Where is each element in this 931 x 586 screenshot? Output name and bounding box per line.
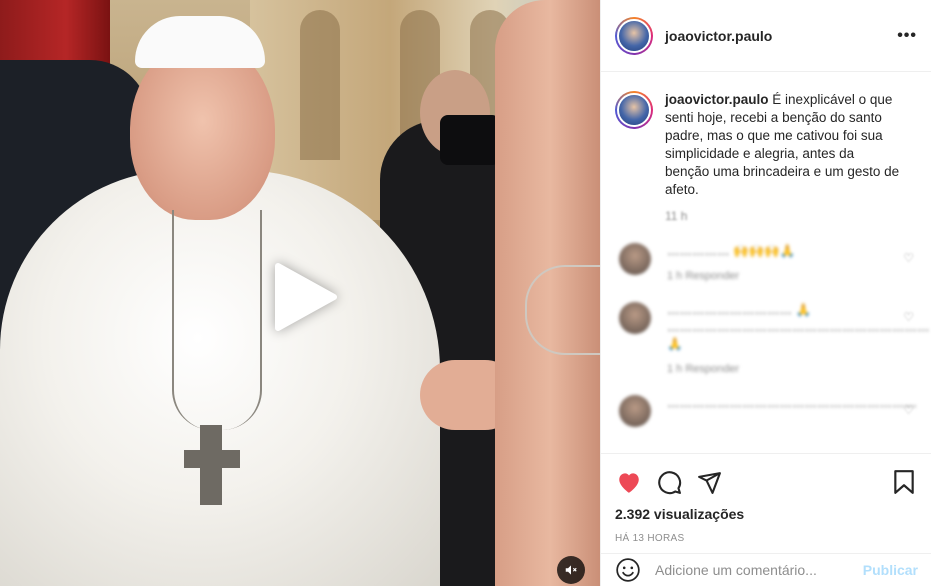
speaker-muted-icon <box>565 565 577 575</box>
post-caption: joaovictor.paulo É inexplicável o que se… <box>615 91 918 199</box>
comment-input[interactable] <box>655 562 863 578</box>
emoji-icon[interactable] <box>615 557 641 583</box>
comment-body: ………………………… 🙏 ……………………………………………………… 🙏 1 h… <box>667 302 930 375</box>
mute-button[interactable] <box>557 556 585 584</box>
publish-button[interactable]: Publicar <box>863 562 918 578</box>
caption-body: É inexplicável o que senti hoje, recebi … <box>665 92 900 197</box>
comment-text: …………………………………………………… <box>667 396 917 410</box>
comment-bubble-icon <box>657 470 681 494</box>
action-icons-row <box>615 462 918 502</box>
comment-meta[interactable]: 1 h Responder <box>667 363 897 375</box>
heart-filled-icon <box>619 473 639 493</box>
caption-avatar-image <box>617 93 651 127</box>
video-camera <box>440 115 500 165</box>
comment-text: ………………………… 🙏 ……………………………………………………… 🙏 <box>667 303 930 351</box>
caption-timestamp: 11 h <box>665 209 688 223</box>
author-avatar-image <box>617 18 651 53</box>
comment-item: …………………………………………………… ♡ <box>615 395 918 427</box>
caption-avatar[interactable] <box>615 91 653 129</box>
post-timestamp: HÁ 13 HORAS <box>615 533 685 544</box>
post-details-panel: joaovictor.paulo ••• joaovictor.paulo É … <box>600 0 931 586</box>
author-username[interactable]: joaovictor.paulo <box>665 28 897 44</box>
comment-like-icon[interactable]: ♡ <box>903 310 914 324</box>
comment-button[interactable] <box>655 468 683 496</box>
paper-plane-icon <box>697 471 721 494</box>
share-button[interactable] <box>695 468 723 496</box>
caption-username[interactable]: joaovictor.paulo <box>665 92 769 107</box>
comment-avatar[interactable] <box>619 243 651 275</box>
comment-like-icon[interactable]: ♡ <box>903 251 914 265</box>
comment-text: …………… 🙌🙌🙌🙏 <box>667 244 796 258</box>
post-header: joaovictor.paulo ••• <box>601 0 931 72</box>
comment-like-icon[interactable]: ♡ <box>903 403 914 417</box>
video-zucchetto <box>135 16 265 68</box>
like-button[interactable] <box>615 468 643 496</box>
save-button[interactable] <box>890 468 918 496</box>
author-avatar[interactable] <box>615 16 653 55</box>
comment-body: …………………………………………………… <box>667 395 917 427</box>
video-pectoral-cross-bar <box>184 450 240 468</box>
video-glasses <box>525 265 600 355</box>
play-icon <box>275 263 337 331</box>
comments-section[interactable]: joaovictor.paulo É inexplicável o que se… <box>601 73 931 453</box>
post-video[interactable] <box>0 0 600 586</box>
bookmark-icon <box>894 470 914 494</box>
post-actions: 2.392 visualizações HÁ 13 HORAS <box>601 453 931 544</box>
comment-avatar[interactable] <box>619 302 651 334</box>
comment-body: …………… 🙌🙌🙌🙏 1 h Responder <box>667 243 897 282</box>
play-button[interactable] <box>270 262 340 332</box>
view-count[interactable]: 2.392 visualizações <box>615 506 918 522</box>
video-cross-chain <box>172 210 262 430</box>
caption-text-block: joaovictor.paulo É inexplicável o que se… <box>665 91 900 199</box>
more-options-icon[interactable]: ••• <box>897 27 917 45</box>
comment-item: …………… 🙌🙌🙌🙏 1 h Responder ♡ <box>615 243 918 282</box>
comment-avatar[interactable] <box>619 395 651 427</box>
comment-item: ………………………… 🙏 ……………………………………………………… 🙏 1 h… <box>615 302 930 375</box>
video-arch <box>300 10 340 160</box>
add-comment-bar: Publicar <box>601 553 931 586</box>
comment-meta[interactable]: 1 h Responder <box>667 270 897 282</box>
